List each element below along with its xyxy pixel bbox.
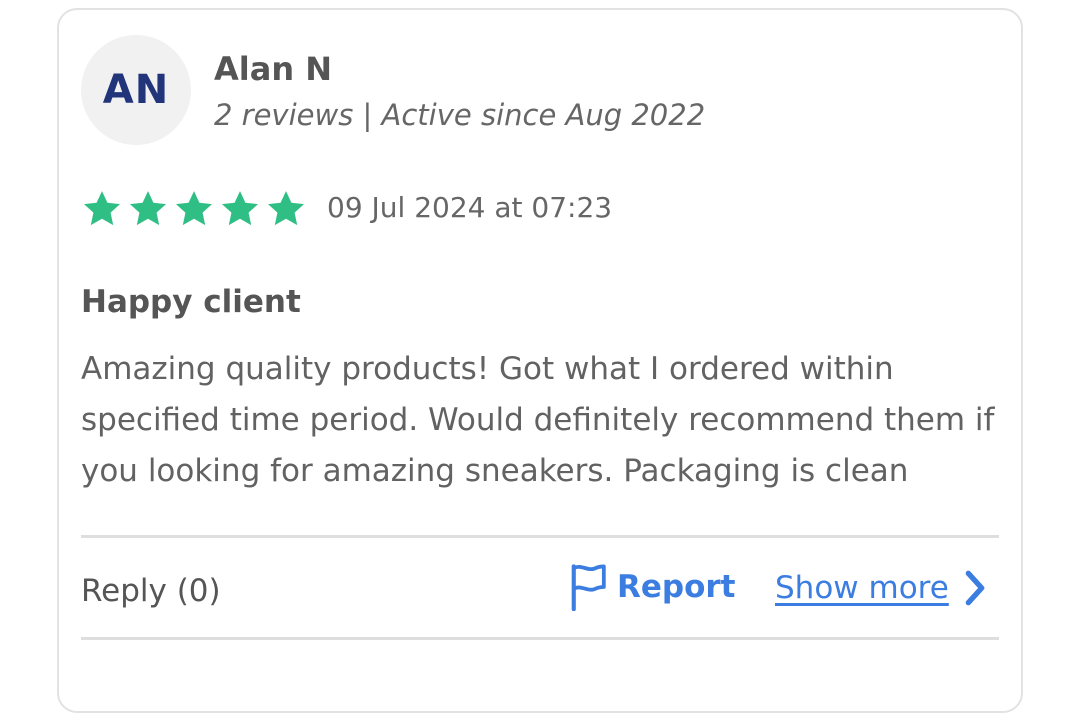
flag-icon bbox=[571, 564, 606, 611]
review-card: AN Alan N 2 reviews | Active since Aug 2… bbox=[57, 8, 1023, 713]
report-label: Report bbox=[617, 569, 736, 605]
show-more-link[interactable]: Show more bbox=[775, 568, 989, 608]
review-title: Happy client bbox=[81, 284, 301, 320]
review-body: Amazing quality products! Got what I ord… bbox=[81, 351, 995, 489]
star-icon bbox=[175, 191, 213, 226]
star-icon bbox=[221, 191, 259, 226]
chevron-right-icon bbox=[965, 570, 985, 606]
star-rating bbox=[81, 188, 307, 230]
divider bbox=[81, 535, 999, 538]
divider bbox=[81, 637, 999, 640]
show-more-label: Show more bbox=[775, 570, 949, 606]
star-icon bbox=[83, 191, 121, 226]
avatar: AN bbox=[81, 35, 191, 145]
review-date: 09 Jul 2024 at 07:23 bbox=[327, 191, 613, 224]
star-icon bbox=[129, 191, 167, 226]
avatar-initials: AN bbox=[102, 67, 170, 113]
report-button[interactable]: Report bbox=[569, 563, 736, 611]
reviewer-name[interactable]: Alan N bbox=[214, 50, 332, 88]
star-icon bbox=[267, 191, 305, 226]
reply-button[interactable]: Reply (0) bbox=[81, 573, 221, 609]
reviewer-meta: 2 reviews | Active since Aug 2022 bbox=[214, 98, 706, 132]
